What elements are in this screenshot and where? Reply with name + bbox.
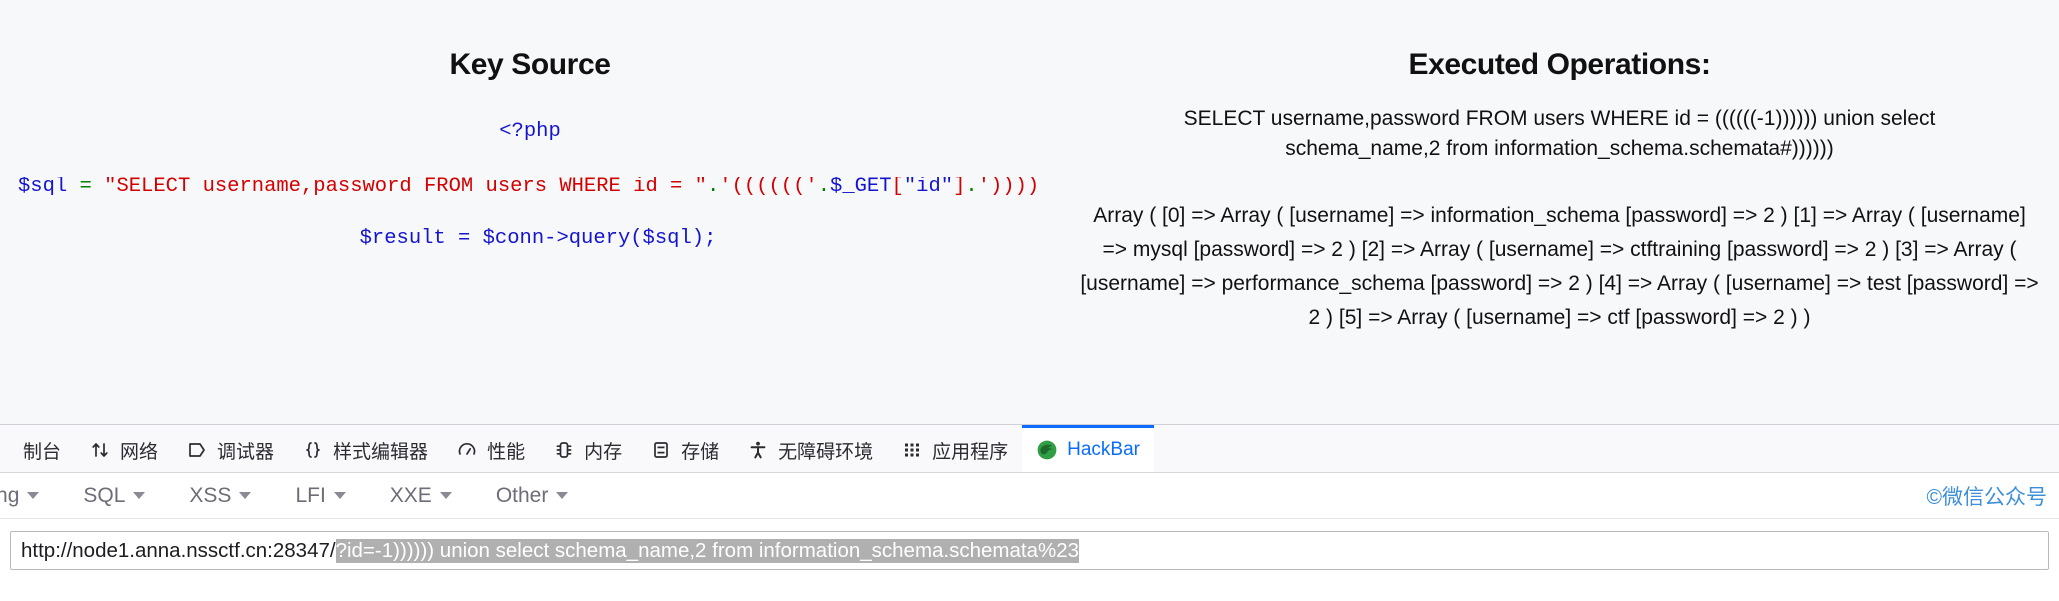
chevron-down-icon <box>439 492 452 499</box>
hackbar-menu-encoding[interactable]: oding <box>0 484 61 508</box>
chevron-down-icon <box>27 492 40 499</box>
code-token-variable: $sql <box>18 176 68 197</box>
query-execution-code-line: $result = $conn->query($sql); <box>359 227 717 250</box>
menu-label: LFI <box>295 483 326 507</box>
page-content: Key Source <?php $sql = "SELECT username… <box>0 0 2059 424</box>
hackbar-menu-sql[interactable]: SQL <box>61 484 167 508</box>
devtools-tab-bar: 制台 网络 调试器 样式编辑器 性能 内存 存储 无障碍环境 应用程序 Hack… <box>0 425 2059 473</box>
url-base-text: http://node1.anna.nssctf.cn:28347/ <box>21 538 336 562</box>
hackbar-url-row: http://node1.anna.nssctf.cn:28347/?id=-1… <box>0 519 2059 601</box>
code-token-bracket-close: ] <box>953 176 966 197</box>
tab-label: 内存 <box>584 441 623 463</box>
code-token-get-key: "id" <box>903 176 954 197</box>
console-icon <box>0 439 14 461</box>
chevron-down-icon <box>133 492 146 499</box>
tab-console[interactable]: 制台 <box>0 425 75 472</box>
hackbar-menu-lfi[interactable]: LFI <box>273 484 367 508</box>
executed-operations-panel: Executed Operations: SELECT username,pas… <box>1060 0 2059 335</box>
tab-label: HackBar <box>1067 439 1140 460</box>
executed-sql-statement: SELECT username,password FROM users WHER… <box>1183 107 1936 161</box>
code-token-equals: = <box>79 176 92 197</box>
performance-icon <box>456 439 478 461</box>
devtools-panel: 制台 网络 调试器 样式编辑器 性能 内存 存储 无障碍环境 应用程序 Hack… <box>0 424 2059 601</box>
tab-label: 存储 <box>681 441 720 463</box>
tab-application[interactable]: 应用程序 <box>887 425 1022 472</box>
url-input[interactable]: http://node1.anna.nssctf.cn:28347/?id=-1… <box>10 531 2049 570</box>
tab-accessibility[interactable]: 无障碍环境 <box>733 425 887 472</box>
tab-style-editor[interactable]: 样式编辑器 <box>288 425 442 472</box>
tab-label: 样式编辑器 <box>333 441 429 463</box>
code-token-bracket-open: [ <box>891 176 904 197</box>
query-result-array-dump: Array ( [0] => Array ( [username] => inf… <box>1080 203 2039 329</box>
code-token-tail: ')))) <box>977 176 1040 197</box>
menu-label: XSS <box>189 483 232 507</box>
hackbar-menu-bar: oding SQL XSS LFI XXE Other ©微信公众号 <box>0 473 2059 519</box>
menu-label: oding <box>0 483 20 507</box>
code-token-paren-string: '((((((' <box>719 176 818 197</box>
tab-label: 制台 <box>23 441 62 463</box>
hackbar-menu-xss[interactable]: XSS <box>167 484 273 508</box>
tab-label: 网络 <box>120 441 159 463</box>
tab-label: 调试器 <box>217 441 275 463</box>
tab-storage[interactable]: 存储 <box>636 425 733 472</box>
accessibility-icon <box>747 439 769 461</box>
key-source-panel: Key Source <?php $sql = "SELECT username… <box>0 0 1060 250</box>
tab-hackbar[interactable]: HackBar <box>1022 425 1154 472</box>
page-title-key-source: Key Source <box>449 48 611 81</box>
tab-label: 性能 <box>487 441 526 463</box>
tab-performance[interactable]: 性能 <box>442 425 539 472</box>
style-editor-icon <box>302 439 324 461</box>
php-open-tag: <?php <box>499 120 561 143</box>
menu-label: SQL <box>83 483 126 507</box>
debugger-icon <box>186 439 208 461</box>
hackbar-menu-other[interactable]: Other <box>474 484 591 508</box>
application-icon <box>901 439 923 461</box>
network-icon <box>89 439 111 461</box>
tab-memory[interactable]: 内存 <box>539 425 636 472</box>
code-token-concat-2: . <box>817 176 831 197</box>
url-selected-text: ?id=-1)))))) union select schema_name,2 … <box>335 538 1080 563</box>
storage-icon <box>650 439 672 461</box>
chevron-down-icon <box>239 492 252 499</box>
watermark-text: ©微信公众号 <box>1926 485 2047 509</box>
code-token-concat-3: . <box>965 176 978 197</box>
sql-assignment-code-line: $sql = "SELECT username,password FROM us… <box>0 177 1060 198</box>
tab-network[interactable]: 网络 <box>75 425 172 472</box>
hackbar-menu-xxe[interactable]: XXE <box>368 484 474 508</box>
menu-label: Other <box>495 483 549 507</box>
page-title-executed-operations: Executed Operations: <box>1408 48 1711 81</box>
chevron-down-icon <box>333 492 346 499</box>
memory-icon <box>553 439 575 461</box>
code-token-string: "SELECT username,password FROM users WHE… <box>104 176 707 197</box>
code-token-concat-1: . <box>706 176 720 197</box>
chevron-down-icon <box>556 492 569 499</box>
hackbar-firefox-icon <box>1036 439 1058 461</box>
tab-label: 无障碍环境 <box>778 441 874 463</box>
code-token-get-superglobal: $_GET <box>830 176 892 197</box>
tab-debugger[interactable]: 调试器 <box>172 425 288 472</box>
menu-label: XXE <box>389 483 432 507</box>
tab-label: 应用程序 <box>932 441 1009 463</box>
